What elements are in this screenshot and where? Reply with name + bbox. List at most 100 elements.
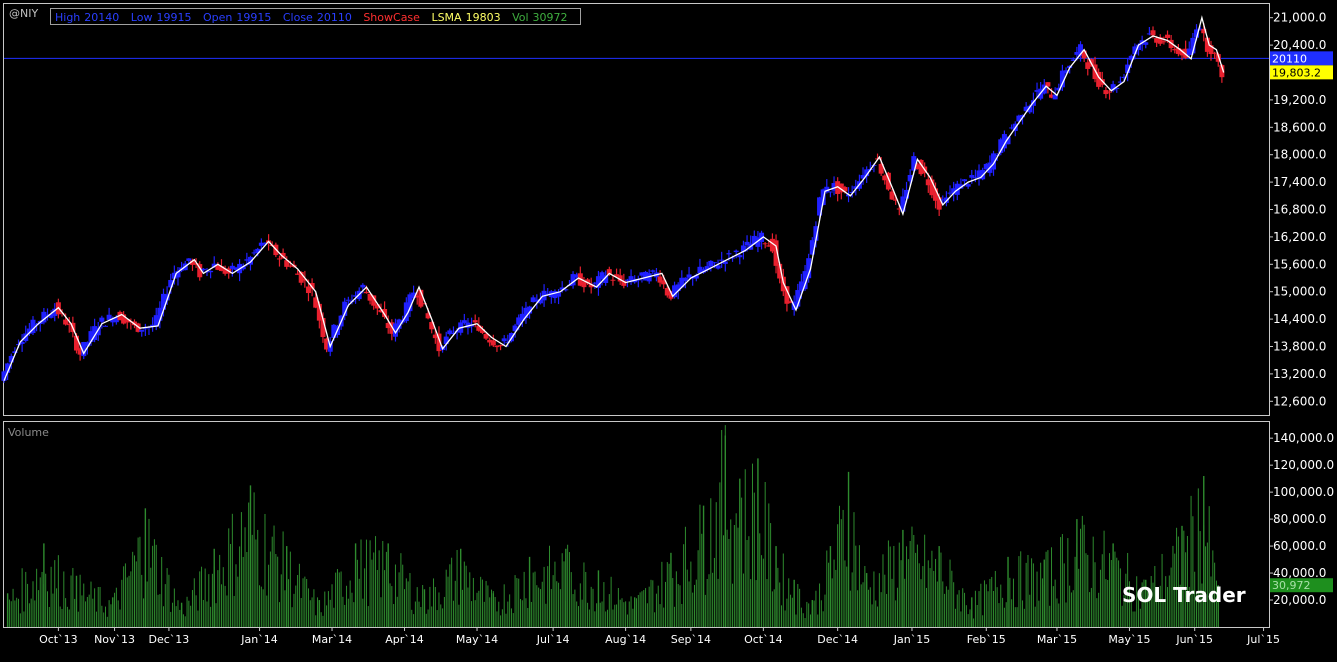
legend-showcase-label: ShowCase bbox=[363, 11, 420, 24]
legend-high-value: 20140 bbox=[84, 11, 120, 24]
price-y-tick-label: 16,200.0 bbox=[1273, 230, 1326, 244]
x-tick-label: Mar`15 bbox=[1037, 633, 1077, 646]
volume-y-tick-label: 20,000.0 bbox=[1273, 593, 1326, 607]
price-bar-body bbox=[501, 338, 507, 342]
x-tick-label: Mar`14 bbox=[312, 633, 352, 646]
price-y-tick-label: 16,800.0 bbox=[1273, 203, 1326, 217]
price-y-tick-label: 18,600.0 bbox=[1273, 120, 1326, 134]
x-tick-label: Jul`15 bbox=[1246, 633, 1280, 646]
price-bar-body bbox=[382, 309, 388, 318]
price-y-tick-label: 17,400.0 bbox=[1273, 175, 1326, 189]
volume-last-marker-label: 30,972 bbox=[1272, 579, 1311, 592]
price-bar-body bbox=[1107, 91, 1113, 93]
symbol-label: @NIY bbox=[9, 7, 39, 20]
price-bar-body bbox=[962, 179, 968, 182]
legend-close-label: Close bbox=[282, 11, 313, 24]
x-tick-label: Dec`14 bbox=[817, 633, 858, 646]
legend-vol: Vol 30972 bbox=[512, 11, 571, 24]
price-y-tick-label: 19,200.0 bbox=[1273, 93, 1326, 107]
price-y-tick-label: 18,000.0 bbox=[1273, 148, 1326, 162]
price-bar-body bbox=[360, 284, 366, 288]
x-tick-label: Dec`13 bbox=[149, 633, 190, 646]
volume-y-tick-label: 80,000.0 bbox=[1273, 512, 1326, 526]
lsma-marker-label: 19,803.2 bbox=[1272, 66, 1321, 79]
price-bar-body bbox=[102, 325, 108, 327]
volume-y-tick-label: 60,000.0 bbox=[1273, 539, 1326, 553]
x-tick-label: Apr`14 bbox=[385, 633, 424, 646]
price-bar-body bbox=[142, 328, 148, 330]
price-bar-body bbox=[363, 291, 369, 294]
legend-open-label: Open bbox=[202, 11, 233, 24]
price-bar-body bbox=[461, 320, 467, 323]
price-bar-body bbox=[1161, 41, 1167, 43]
price-bar-body bbox=[208, 270, 214, 273]
legend-vol-value: 30972 bbox=[532, 11, 568, 24]
price-bar-body bbox=[936, 197, 942, 210]
chart-root: 12,600.0 13,200.0 13,800.0 14,400.0 15,000.0… bbox=[0, 0, 1337, 662]
legend-close-value: 20110 bbox=[316, 11, 352, 24]
price-bar-body bbox=[472, 320, 478, 323]
price-bar-body bbox=[1165, 34, 1171, 38]
price-bar-body bbox=[490, 340, 496, 346]
chart-svg: 12,600.0 13,200.0 13,800.0 14,400.0 15,000.0… bbox=[1, 11, 1334, 646]
lsma-line bbox=[3, 15, 1225, 382]
legend-box: High 20140 Low 19915 Open 19915 Close 20110 … bbox=[50, 8, 581, 25]
price-bar-body bbox=[1143, 42, 1149, 45]
price-bar-body bbox=[737, 255, 743, 258]
price-bar-body bbox=[965, 184, 971, 187]
x-tick-label: Nov`13 bbox=[94, 633, 135, 646]
x-tick-label: Jan`14 bbox=[240, 633, 277, 646]
legend-low-value: 19915 bbox=[156, 11, 192, 24]
price-bar-body bbox=[1212, 52, 1218, 54]
price-y-tick-label: 13,800.0 bbox=[1273, 340, 1326, 354]
x-tick-label: Jun`15 bbox=[1175, 633, 1213, 646]
price-y-tick-label: 21,000.0 bbox=[1273, 11, 1326, 25]
watermark-text: SOL Trader bbox=[1122, 583, 1246, 607]
volume-y-tick-label: 40,000.0 bbox=[1273, 566, 1326, 580]
x-tick-label: Oct`13 bbox=[39, 633, 78, 646]
price-y-tick-label: 20,400.0 bbox=[1273, 38, 1326, 52]
price-bar-body bbox=[733, 250, 739, 253]
x-tick-label: May`14 bbox=[456, 633, 498, 646]
price-y-tick-label: 15,000.0 bbox=[1273, 285, 1326, 299]
x-tick-label: Aug`14 bbox=[605, 633, 646, 646]
legend-lsma: LSMA 19803 bbox=[431, 11, 504, 24]
x-tick-label: Feb`15 bbox=[967, 633, 1006, 646]
legend-close: Close 20110 bbox=[283, 11, 356, 24]
price-bar-body bbox=[682, 277, 688, 281]
price-bar-body bbox=[498, 345, 504, 347]
legend-high: High 20140 bbox=[55, 11, 123, 24]
volume-panel-title: Volume bbox=[8, 426, 49, 439]
price-y-tick-label: 12,600.0 bbox=[1273, 394, 1326, 408]
price-y-tick-label: 13,200.0 bbox=[1273, 367, 1326, 381]
x-tick-label: Jul`14 bbox=[536, 633, 570, 646]
legend-lsma-label: LSMA bbox=[431, 11, 462, 24]
price-bar-body bbox=[827, 191, 833, 193]
price-bar-body bbox=[708, 260, 714, 267]
price-bar-body bbox=[63, 319, 69, 325]
price-bar-body bbox=[186, 258, 192, 261]
legend-high-label: High bbox=[55, 11, 81, 24]
price-bar-body bbox=[99, 317, 105, 322]
volume-y-tick-label: 100,000.0 bbox=[1273, 485, 1334, 499]
legend-low-label: Low bbox=[130, 11, 153, 24]
price-bar-body bbox=[530, 297, 536, 303]
x-tick-label: Sep`14 bbox=[671, 633, 711, 646]
legend-vol-label: Vol bbox=[512, 11, 529, 24]
price-bar-body bbox=[711, 262, 717, 264]
price-bar-body bbox=[726, 253, 732, 255]
price-bar-body bbox=[139, 329, 145, 332]
price-bar-body bbox=[345, 299, 351, 301]
legend-showcase: ShowCase bbox=[363, 11, 424, 24]
x-tick-label: Jan`15 bbox=[893, 633, 930, 646]
price-y-tick-label: 14,400.0 bbox=[1273, 312, 1326, 326]
price-bar-body bbox=[610, 279, 616, 281]
legend-open: Open 19915 bbox=[203, 11, 275, 24]
x-tick-label: Oct`14 bbox=[744, 633, 783, 646]
legend-lsma-value: 19803 bbox=[465, 11, 501, 24]
price-bar-body bbox=[762, 243, 768, 245]
price-bar-body bbox=[969, 175, 975, 178]
x-tick-label: May`15 bbox=[1108, 633, 1150, 646]
price-y-tick-label: 15,600.0 bbox=[1273, 257, 1326, 271]
price-bar-body bbox=[650, 270, 656, 272]
